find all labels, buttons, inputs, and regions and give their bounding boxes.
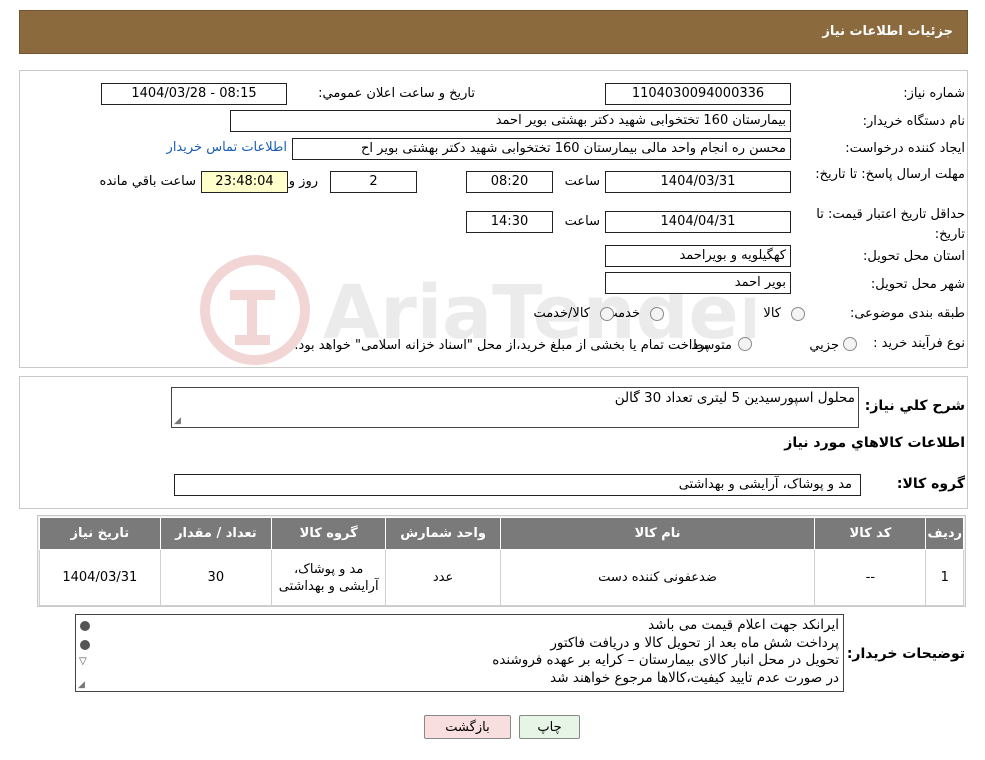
buyer-org-label: نام دستگاه خریدار: xyxy=(862,114,965,129)
notes-line: پرداخت شش ماه بعد از تحویل کالا و دریافت… xyxy=(550,634,839,651)
validity-time-field: 14:30 xyxy=(466,211,553,233)
city-field: بویر احمد xyxy=(605,272,791,294)
column-header-unit: واحد شمارش xyxy=(385,517,501,550)
category-label: طبقه بندی موضوعی: xyxy=(849,306,965,321)
need-number-field: 1104030094000336 xyxy=(605,83,791,105)
cell-group: مد و پوشاک، آرایشی و بهداشتی xyxy=(270,549,387,606)
column-header-code: کد کالا xyxy=(814,517,927,550)
announce-date-label: تاریخ و ساعت اعلان عمومي: xyxy=(318,86,475,101)
creator-field: محسن ره انجام واحد مالی بیمارستان 160 تخ… xyxy=(292,138,791,160)
days-remaining-field: 2 xyxy=(330,171,417,193)
page-header: جزئیات اطلاعات نیاز xyxy=(19,10,968,54)
summary-field: محلول اسپورسیدین 5 لیتری تعداد 30 گالن ◢ xyxy=(171,387,859,428)
scroll-down-icon[interactable]: ▽ xyxy=(79,657,87,667)
column-header-row-number: ردیف xyxy=(925,517,964,550)
cell-unit: عدد xyxy=(385,549,501,606)
summary-label: شرح کلي نیاز: xyxy=(864,398,965,414)
announce-date-field: 1404/03/28 - 08:15 xyxy=(101,83,287,105)
province-field: کهگیلویه و بویراحمد xyxy=(605,245,791,267)
need-number-label: شماره نیاز: xyxy=(903,86,965,101)
category-radio-goods[interactable] xyxy=(791,307,805,321)
category-option-goods-service: کالا/خدمت xyxy=(533,306,590,321)
column-header-group: گروه کالا xyxy=(270,517,387,550)
scroll-up-icon[interactable] xyxy=(80,621,90,631)
process-radio-medium[interactable] xyxy=(738,337,752,351)
column-header-quantity: تعداد / مقدار xyxy=(159,517,272,550)
category-radio-service[interactable] xyxy=(650,307,664,321)
deadline-time-field: 08:20 xyxy=(466,171,553,193)
validity-time-label: ساعت xyxy=(564,214,600,229)
notes-line: ایرانکد جهت اعلام قیمت می باشد xyxy=(648,617,839,633)
cell-quantity: 30 xyxy=(159,549,272,606)
goods-group-label: گروه کالا: xyxy=(896,476,965,492)
goods-group-field: مد و پوشاک، آرایشی و بهداشتی xyxy=(174,474,861,496)
cell-code: -- xyxy=(814,549,927,606)
notes-scrollbar[interactable]: ▽ ◢ xyxy=(76,615,94,691)
column-header-name: نام کالا xyxy=(499,517,816,550)
buyer-contact-link[interactable]: اطلاعات تماس خریدار xyxy=(167,140,287,155)
cell-date: 1404/03/31 xyxy=(39,549,161,606)
page-title: جزئیات اطلاعات نیاز xyxy=(822,24,953,39)
validity-label: حداقل تاریخ اعتبار قیمت: تا تاریخ: xyxy=(816,207,965,242)
scroll-thumb[interactable] xyxy=(80,640,90,650)
category-option-goods: کالا xyxy=(763,306,781,321)
process-radio-small[interactable] xyxy=(843,337,857,351)
city-label: شهر محل تحویل: xyxy=(870,277,965,292)
remaining-label: ساعت باقي مانده xyxy=(99,174,196,189)
province-label: استان محل تحویل: xyxy=(863,249,965,264)
notes-line: تحویل در محل انبار کالای بیمارستان – کرا… xyxy=(492,652,839,668)
countdown-timer: 23:48:04 xyxy=(201,171,288,193)
summary-text: محلول اسپورسیدین 5 لیتری تعداد 30 گالن xyxy=(614,390,855,406)
deadline-date-field: 1404/03/31 xyxy=(605,171,791,193)
notes-textarea[interactable]: ایرانکد جهت اعلام قیمت می باشد پرداخت شش… xyxy=(75,614,844,692)
deadline-time-label: ساعت xyxy=(564,174,600,189)
days-label: روز و xyxy=(288,174,318,189)
category-radio-goods-service[interactable] xyxy=(600,307,614,321)
cell-name: ضدعفونی کننده دست xyxy=(499,549,816,606)
table-header-row: ردیف کد کالا نام کالا واحد شمارش گروه کا… xyxy=(39,517,964,550)
creator-label: ایجاد کننده درخواست: xyxy=(845,141,965,156)
table-row: 1 -- ضدعفونی کننده دست عدد مد و پوشاک، آ… xyxy=(39,549,964,606)
process-label: نوع فرآیند خرید : xyxy=(873,336,965,351)
column-header-date: تاریخ نیاز xyxy=(39,517,161,550)
resize-grip-icon[interactable]: ◢ xyxy=(174,416,181,426)
notes-text: ایرانکد جهت اعلام قیمت می باشد پرداخت شش… xyxy=(492,617,839,687)
back-button[interactable]: بازگشت xyxy=(424,715,511,739)
process-payment-note: پرداخت تمام یا بخشی از مبلغ خرید،از محل … xyxy=(294,338,709,353)
print-button[interactable]: چاپ xyxy=(519,715,580,739)
deadline-label: مهلت ارسال پاسخ: تا تاریخ: xyxy=(815,167,965,182)
validity-date-field: 1404/04/31 xyxy=(605,211,791,233)
items-table: ردیف کد کالا نام کالا واحد شمارش گروه کا… xyxy=(39,517,964,606)
goods-info-title: اطلاعات کالاهاي مورد نیاز xyxy=(784,435,965,451)
notes-label: توضیحات خریدار: xyxy=(846,646,965,662)
notes-line: در صورت عدم تایید کیفیت،کالاها مرجوع خوا… xyxy=(550,669,839,686)
cell-row-number: 1 xyxy=(925,549,964,606)
resize-grip-icon[interactable]: ◢ xyxy=(78,680,85,690)
buyer-org-field: بیمارستان 160 تختخوابی شهید دکتر بهشتی ب… xyxy=(230,110,791,132)
process-option-small: جزیي xyxy=(809,338,839,353)
